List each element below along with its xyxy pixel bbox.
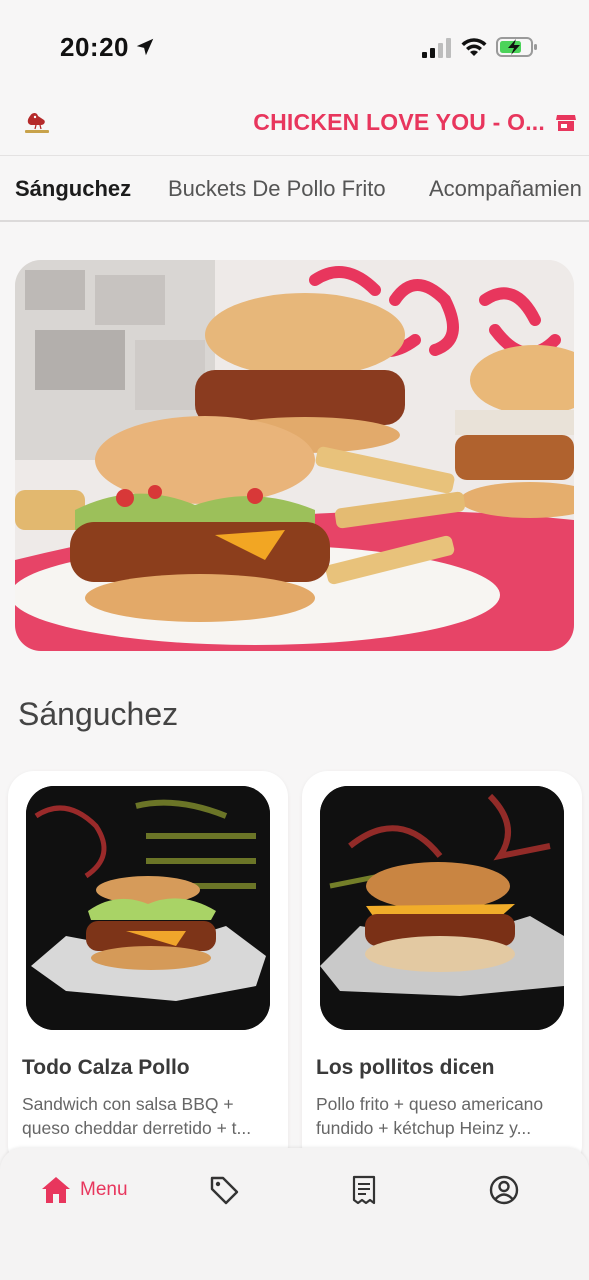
product-card-todo-calza-pollo[interactable]: Todo Calza Pollo Sandwich con salsa BBQ … (8, 771, 288, 1171)
location-arrow-icon (136, 38, 154, 56)
category-tabs: Sánguchez Buckets De Pollo Frito Acompañ… (0, 155, 589, 222)
product-description: Sandwich con salsa BBQ + queso cheddar d… (22, 1094, 252, 1138)
account-icon (489, 1175, 519, 1205)
tab-acompanamientos[interactable]: Acompañamien (429, 176, 582, 202)
nav-menu[interactable]: Menu (40, 1174, 128, 1206)
hero-banner[interactable] (15, 260, 574, 651)
nav-account[interactable] (488, 1174, 520, 1206)
status-time: 20:20 (60, 32, 129, 62)
nav-menu-label: Menu (80, 1179, 128, 1200)
home-icon (42, 1177, 70, 1203)
product-image (320, 786, 564, 1030)
store-selector[interactable]: CHICKEN LOVE YOU - O... (253, 109, 545, 136)
product-image (26, 786, 270, 1030)
section-title: Sánguchez (18, 696, 179, 732)
product-card-los-pollitos-dicen[interactable]: Los pollitos dicen Pollo frito + queso a… (302, 771, 582, 1171)
wifi-icon (461, 38, 487, 56)
bottom-navigation: Menu (0, 1148, 589, 1280)
hero-burgers-illustration (15, 260, 574, 651)
store-icon[interactable] (555, 113, 577, 133)
battery-charging-icon (496, 37, 537, 57)
receipt-icon (352, 1175, 376, 1205)
tag-icon (210, 1176, 239, 1205)
brand-logo (25, 113, 49, 133)
product-name: Los pollitos dicen (316, 1056, 495, 1079)
tab-sanguchez[interactable]: Sánguchez (15, 176, 131, 202)
product-description: Pollo frito + queso americano fundido + … (316, 1094, 544, 1138)
nav-orders[interactable] (348, 1174, 380, 1206)
nav-promotions[interactable] (208, 1174, 240, 1206)
status-bar: 20:20 (0, 0, 589, 95)
cellular-signal-icon (422, 38, 451, 58)
product-name: Todo Calza Pollo (22, 1056, 190, 1079)
app-header: CHICKEN LOVE YOU - O... (0, 95, 589, 155)
tab-buckets[interactable]: Buckets De Pollo Frito (168, 176, 386, 202)
